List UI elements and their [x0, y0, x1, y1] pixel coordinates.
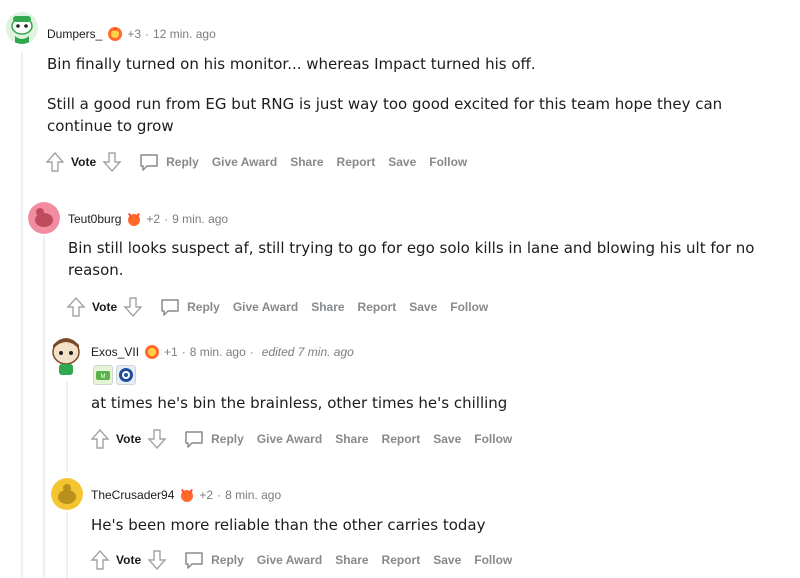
vote-control: Vote: [90, 549, 167, 571]
comment-meta: Teut0burg +2 · 9 min. ago: [68, 211, 228, 227]
report-button[interactable]: Report: [358, 300, 397, 314]
comment-time[interactable]: 8 min. ago: [225, 488, 281, 502]
snoo-avatar: [51, 478, 83, 510]
comment-actions: Vote Reply Give Award Share Report Save …: [90, 549, 525, 571]
down-arrow-icon[interactable]: [147, 549, 167, 571]
thread-line[interactable]: [66, 512, 68, 578]
award-icon[interactable]: [107, 26, 123, 42]
comment-score: +2: [146, 212, 161, 226]
vote-label: Vote: [92, 300, 118, 314]
separator: ·: [249, 345, 254, 359]
vote-label: Vote: [71, 155, 97, 169]
up-arrow-icon[interactable]: [90, 428, 110, 450]
comment-meta: Dumpers_ +3 · 12 min. ago: [47, 26, 216, 42]
award-icon[interactable]: [179, 487, 195, 503]
up-arrow-icon[interactable]: [66, 296, 86, 318]
down-arrow-icon[interactable]: [123, 296, 143, 318]
up-arrow-icon[interactable]: [45, 151, 65, 173]
thread-line[interactable]: [43, 236, 45, 578]
team-flair-icon: M: [93, 365, 113, 385]
reply-label: Reply: [187, 300, 220, 314]
comment-text: Still a good run from EG but RNG is just…: [47, 95, 723, 135]
snoo-avatar: [52, 338, 80, 375]
avatar[interactable]: [49, 337, 83, 377]
speech-bubble-icon: [161, 299, 179, 316]
reply-button[interactable]: Reply: [183, 428, 244, 450]
user-flair: M: [93, 365, 136, 385]
comment-meta: TheCrusader94 +2 · 8 min. ago: [91, 487, 281, 503]
comment-score: +3: [127, 27, 142, 41]
follow-button[interactable]: Follow: [474, 553, 512, 567]
vote-control: Vote: [45, 151, 122, 173]
comment-text: Bin finally turned on his monitor... whe…: [47, 55, 536, 73]
comment-actions: Vote Reply Give Award Share Report Save …: [90, 428, 525, 450]
report-button[interactable]: Report: [382, 553, 421, 567]
username[interactable]: Dumpers_: [47, 27, 102, 41]
comment-text: at times he's bin the brainless, other t…: [91, 394, 508, 412]
thread-line[interactable]: [66, 382, 68, 472]
down-arrow-icon[interactable]: [102, 151, 122, 173]
vote-label: Vote: [116, 432, 142, 446]
award-icon[interactable]: [144, 344, 160, 360]
give-award-button[interactable]: Give Award: [257, 432, 322, 446]
comment-time[interactable]: 8 min. ago: [190, 345, 246, 359]
report-button[interactable]: Report: [382, 432, 421, 446]
avatar[interactable]: [51, 478, 83, 510]
reply-button[interactable]: Reply: [159, 296, 220, 318]
separator: ·: [164, 212, 169, 226]
avatar[interactable]: [28, 202, 60, 234]
comment-meta: Exos_VII +1 · 8 min. ago · edited 7 min.…: [91, 344, 354, 360]
save-button[interactable]: Save: [433, 432, 461, 446]
vote-label: Vote: [116, 553, 142, 567]
down-arrow-icon[interactable]: [147, 428, 167, 450]
report-button[interactable]: Report: [337, 155, 376, 169]
comment-actions: Vote Reply Give Award Share Report Save …: [45, 151, 480, 173]
reply-label: Reply: [166, 155, 199, 169]
speech-bubble-icon: [185, 552, 203, 569]
vote-control: Vote: [66, 296, 143, 318]
comment-score: +2: [199, 488, 214, 502]
thread-line[interactable]: [21, 52, 23, 578]
team-flair-icon: [116, 365, 136, 385]
give-award-button[interactable]: Give Award: [212, 155, 277, 169]
speech-bubble-icon: [185, 431, 203, 448]
reply-button[interactable]: Reply: [183, 549, 244, 571]
share-button[interactable]: Share: [290, 155, 323, 169]
comment-actions: Vote Reply Give Award Share Report Save …: [66, 296, 501, 318]
snoo-avatar: [6, 12, 38, 44]
give-award-button[interactable]: Give Award: [257, 553, 322, 567]
username[interactable]: Teut0burg: [68, 212, 121, 226]
snoo-avatar: [28, 202, 60, 234]
vote-control: Vote: [90, 428, 167, 450]
comment-time[interactable]: 12 min. ago: [153, 27, 216, 41]
comment-time[interactable]: 9 min. ago: [172, 212, 228, 226]
follow-button[interactable]: Follow: [450, 300, 488, 314]
separator: ·: [145, 27, 150, 41]
svg-text:M: M: [101, 374, 106, 380]
username[interactable]: TheCrusader94: [91, 488, 174, 502]
separator: ·: [181, 345, 186, 359]
up-arrow-icon[interactable]: [90, 549, 110, 571]
follow-button[interactable]: Follow: [474, 432, 512, 446]
save-button[interactable]: Save: [433, 553, 461, 567]
share-button[interactable]: Share: [335, 553, 368, 567]
save-button[interactable]: Save: [409, 300, 437, 314]
share-button[interactable]: Share: [335, 432, 368, 446]
speech-bubble-icon: [140, 154, 158, 171]
follow-button[interactable]: Follow: [429, 155, 467, 169]
save-button[interactable]: Save: [388, 155, 416, 169]
username[interactable]: Exos_VII: [91, 345, 139, 359]
award-icon[interactable]: [126, 211, 142, 227]
comment-text: Bin still looks suspect af, still trying…: [68, 239, 755, 279]
edited-label: edited 7 min. ago: [261, 345, 354, 359]
reply-button[interactable]: Reply: [138, 151, 199, 173]
comment-score: +1: [164, 345, 178, 359]
share-button[interactable]: Share: [311, 300, 344, 314]
comment-text: He's been more reliable than the other c…: [91, 516, 486, 534]
avatar[interactable]: [6, 12, 38, 44]
give-award-button[interactable]: Give Award: [233, 300, 298, 314]
separator: ·: [217, 488, 222, 502]
reply-label: Reply: [211, 553, 244, 567]
reply-label: Reply: [211, 432, 244, 446]
